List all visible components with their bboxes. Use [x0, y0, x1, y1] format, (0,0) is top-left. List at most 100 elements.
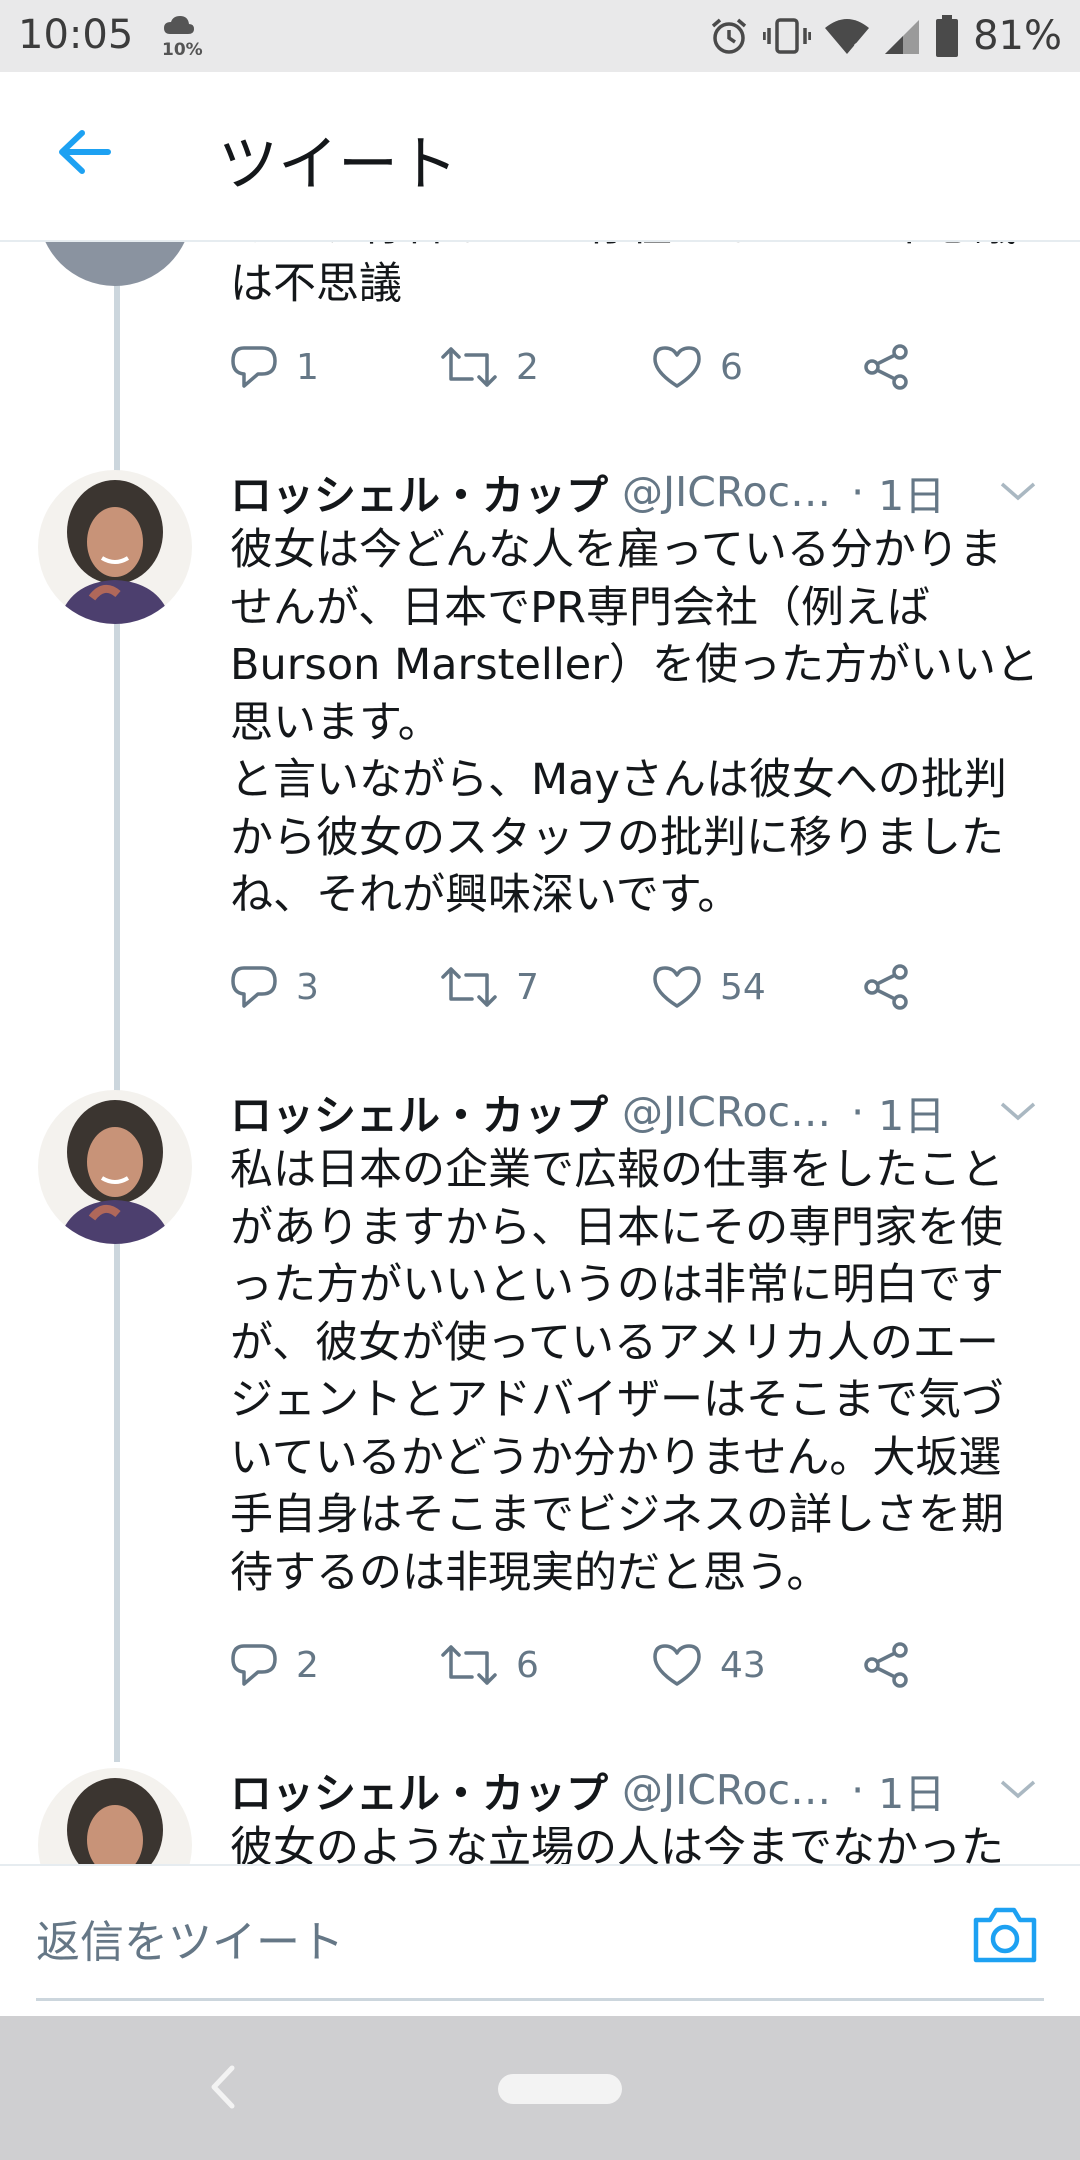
reply-icon: [231, 346, 277, 388]
retweet-icon: [441, 347, 497, 387]
chevron-down-icon[interactable]: [996, 1092, 1040, 1132]
tweet-text-line: あたり有名なPRが存在しないのは不思議: [230, 242, 1050, 256]
retweet-icon: [441, 967, 497, 1007]
retweet-button[interactable]: 2: [440, 332, 539, 402]
tweet-text-line: いているかどうか分かりません。大坂選: [230, 1432, 1002, 1483]
like-count: 6: [720, 346, 743, 388]
like-button[interactable]: 54: [652, 952, 766, 1022]
like-count: 43: [720, 1644, 766, 1686]
tweet-text-line: ね、それが興味深いです。: [230, 870, 741, 920]
tweet-text-line: 私は日本の企業で広報の仕事をしたこと: [230, 1145, 1004, 1195]
tweet-text: 彼女は今どんな人を雇っている分かりま せんが、日本でPR専門会社（例えば Bur…: [230, 522, 1050, 925]
tweet-text-line: は不思議: [230, 258, 402, 309]
share-button[interactable]: [862, 332, 910, 402]
like-button[interactable]: 43: [652, 1630, 766, 1700]
nav-back-icon[interactable]: [200, 2062, 250, 2112]
heart-icon: [653, 1644, 701, 1686]
alarm-icon: [711, 18, 747, 54]
reply-count: 1: [296, 346, 319, 388]
avatar[interactable]: [38, 470, 192, 624]
reply-compose-bar: 返信をツイート: [0, 1864, 1080, 2018]
separator-dot: ·: [851, 1088, 865, 1136]
tweet-actions: 2 6 43: [230, 1630, 950, 1700]
reply-icon: [231, 966, 277, 1008]
author-handle[interactable]: @JICRoc…: [622, 468, 831, 516]
reply-button[interactable]: 3: [230, 952, 319, 1022]
share-button[interactable]: [862, 1630, 910, 1700]
avatar[interactable]: [38, 1768, 192, 1864]
camera-icon: [973, 1907, 1037, 1963]
heart-icon: [653, 966, 701, 1008]
status-bar: 10:05 10% 81%: [0, 0, 1080, 72]
app-header: ツイート: [0, 72, 1080, 242]
chevron-down-icon[interactable]: [996, 1770, 1040, 1810]
avatar[interactable]: [38, 1090, 192, 1244]
retweet-count: 7: [516, 966, 539, 1008]
back-button[interactable]: [52, 120, 116, 184]
signal-icon: [885, 20, 920, 54]
reply-count: 2: [296, 1644, 319, 1686]
tweet-text-line: Burson Marsteller）を使った方がいいと: [230, 640, 1039, 690]
author-name[interactable]: ロッシェル・カップ: [230, 462, 608, 523]
reply-button[interactable]: 2: [230, 1630, 319, 1700]
author-handle[interactable]: @JICRoc…: [622, 1088, 831, 1136]
tweet-text-line: ジェントとアドバイザーはそこまで気づ: [230, 1375, 1004, 1425]
tweet-text: 私は日本の企業で広報の仕事をしたこと がありますから、日本にその専門家を使 った…: [230, 1142, 1050, 1602]
separator-dot: ·: [851, 468, 865, 516]
tweet-thread[interactable]: あたり有名なPRが存在しないのは不思議 は不思議 1 2 6: [0, 242, 1080, 1864]
retweet-count: 6: [516, 1644, 539, 1686]
tweet-text-line: 彼女は今どんな人を雇っている分かりま: [230, 525, 1002, 575]
tweet-text-line: 手自身はそこまでビジネスの詳しさを期: [230, 1490, 1004, 1540]
tweet-header: ロッシェル・カップ @JICRoc… · 1日: [230, 1760, 1040, 1820]
status-icons: 81%: [709, 10, 1062, 62]
nav-home-pill[interactable]: [498, 2074, 622, 2104]
reply-input[interactable]: 返信をツイート: [36, 1906, 344, 1970]
author-name[interactable]: ロッシェル・カップ: [230, 1760, 608, 1821]
chevron-down-icon[interactable]: [996, 472, 1040, 512]
back-arrow-icon: [59, 130, 111, 174]
tweet-text-line: と言いながら、Mayさんは彼女への批判: [230, 755, 1007, 805]
battery-icon: [936, 15, 959, 57]
tweet-text-line: 彼女のような立場の人は今までなかった: [230, 1823, 1004, 1864]
tweet-text-line: から彼女のスタッフの批判に移りました: [230, 812, 1004, 863]
tweet-time: 1日: [878, 1770, 946, 1818]
reply-icon: [231, 1644, 277, 1686]
retweet-count: 2: [516, 346, 539, 388]
retweet-button[interactable]: 7: [440, 952, 539, 1022]
cloud-icon: [164, 16, 194, 34]
heart-icon: [653, 346, 701, 388]
retweet-button[interactable]: 6: [440, 1630, 539, 1700]
tweet-actions: 1 2 6: [230, 332, 950, 402]
tweet-text-line: せんが、日本でPR専門会社（例えば: [230, 582, 930, 633]
page-title: ツイート: [218, 130, 458, 200]
battery-percent: 81%: [973, 13, 1062, 59]
avatar[interactable]: [38, 242, 192, 286]
status-time: 10:05: [18, 12, 134, 58]
tweet-header: ロッシェル・カップ @JICRoc… · 1日: [230, 1082, 1040, 1142]
reply-button[interactable]: 1: [230, 332, 319, 402]
camera-button[interactable]: [970, 1900, 1040, 1970]
tweet-text: あたり有名なPRが存在しないのは不思議 は不思議: [230, 242, 1050, 313]
author-handle[interactable]: @JICRoc…: [622, 1766, 831, 1814]
tweet-text-line: が、彼女が使っているアメリカ人のエー: [230, 1317, 999, 1368]
retweet-icon: [441, 1645, 497, 1685]
like-button[interactable]: 6: [652, 332, 743, 402]
share-button[interactable]: [862, 952, 910, 1022]
compose-divider: [36, 1998, 1044, 2001]
weather-percent: 10%: [162, 40, 203, 60]
tweet-text: 彼女のような立場の人は今までなかった: [230, 1820, 1050, 1864]
reply-count: 3: [296, 966, 319, 1008]
tweet-text-line: がありますから、日本にその専門家を使: [230, 1202, 1004, 1253]
tweet-actions: 3 7 54: [230, 952, 950, 1022]
share-icon: [864, 1642, 908, 1688]
tweet-time: 1日: [878, 1092, 946, 1140]
tweet-text-line: 思います。: [230, 697, 441, 748]
system-nav-bar: [0, 2016, 1080, 2160]
author-name[interactable]: ロッシェル・カップ: [230, 1082, 608, 1143]
like-count: 54: [720, 966, 766, 1008]
tweet-text-line: った方がいいというのは非常に明白です: [230, 1260, 1004, 1310]
tweet-time: 1日: [878, 472, 946, 520]
separator-dot: ·: [851, 1766, 865, 1814]
wifi-icon: [825, 19, 870, 54]
share-icon: [864, 344, 908, 390]
